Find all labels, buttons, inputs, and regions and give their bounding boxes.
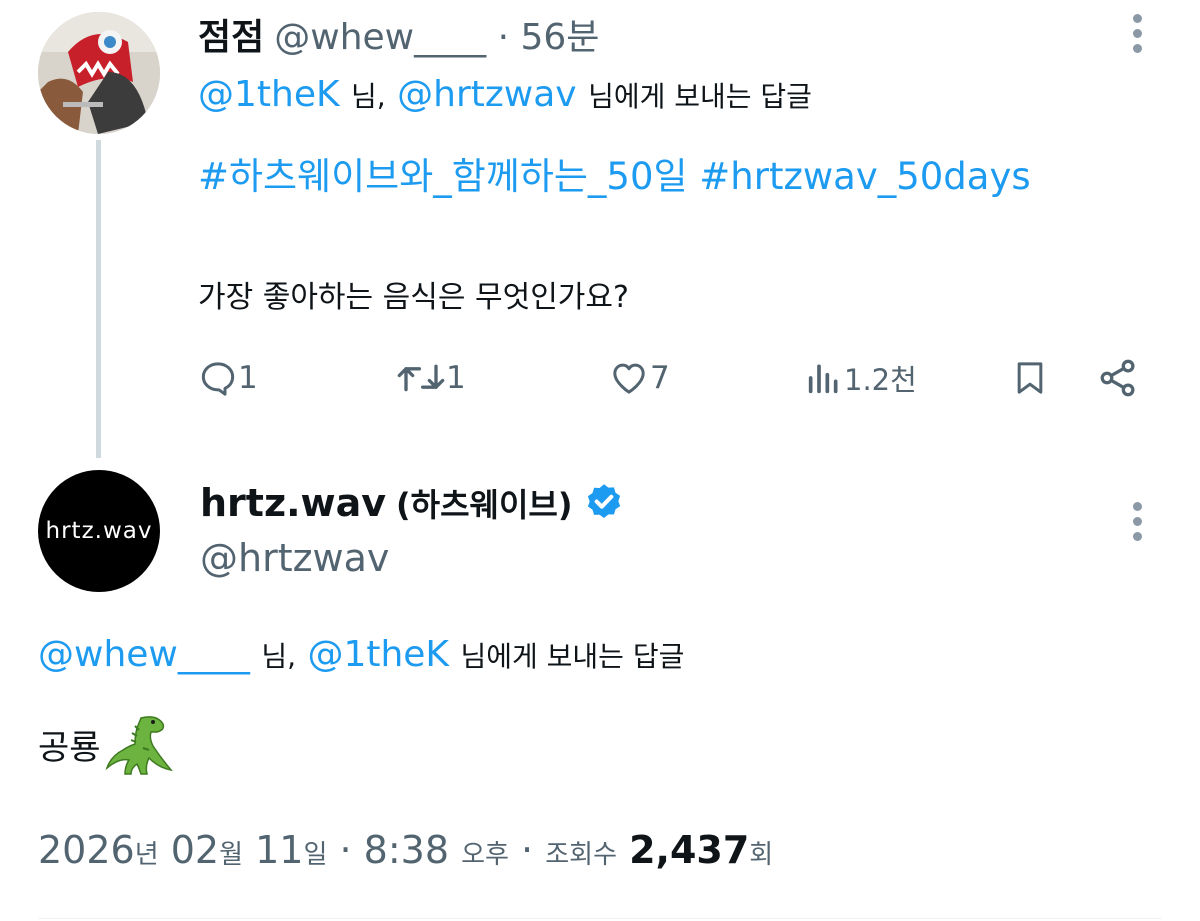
mention-link[interactable]: @whew____ — [38, 634, 250, 675]
repost-count: 1 — [446, 360, 466, 396]
more-icon[interactable] — [1130, 14, 1144, 59]
verified-badge-icon — [588, 484, 621, 519]
date-year-unit: 년 — [134, 840, 159, 870]
hashtags: #하츠웨이브와_함께하는_50일 #hrtzwav_50days — [198, 146, 1031, 200]
mention-link[interactable]: @hrtzwav — [397, 74, 576, 115]
avatar-logo-text: hrtz.wav — [45, 518, 153, 544]
date-month: 02 — [170, 828, 220, 872]
share-button[interactable] — [1096, 356, 1140, 400]
date-day: 11 — [255, 828, 304, 872]
views-icon — [808, 364, 838, 394]
views-button[interactable]: 1.2천 — [804, 356, 917, 400]
tweet-text: 공룡 — [38, 727, 101, 768]
thread-line — [96, 140, 101, 458]
reply-context: @whew____ 님, @1theK 님에게 보내는 답글 — [38, 634, 684, 675]
date-day-unit: 일 — [303, 840, 328, 870]
date-year: 2026 — [38, 828, 135, 872]
views-label: 조회수 — [545, 840, 617, 870]
avatar[interactable]: hrtz.wav — [38, 470, 160, 592]
separator-dot: · — [521, 828, 534, 872]
handle[interactable]: @whew____ — [274, 17, 486, 58]
display-name: hrtz.wav — [200, 481, 387, 525]
tweet-metadata: 2026년 02월 11일 · 8:38 오후 · 조회수 2,437회 — [38, 828, 773, 872]
mention-link[interactable]: @1theK — [307, 634, 449, 675]
separator-dot: · — [497, 17, 510, 58]
repost-button[interactable]: 1 — [396, 356, 466, 400]
dinosaur-icon — [105, 716, 173, 775]
date-month-unit: 월 — [219, 840, 244, 870]
avatar[interactable] — [38, 12, 160, 134]
share-icon — [1100, 359, 1135, 397]
display-name-korean: (하츠웨이브) — [396, 486, 573, 524]
display-name[interactable]: 점점 — [198, 17, 264, 58]
reply-count: 1 — [238, 360, 258, 396]
separator-dot: · — [339, 828, 352, 872]
author-name[interactable]: hrtz.wav (하츠웨이브) — [200, 480, 626, 526]
tweet-header: 점점 @whew____ · 56분 — [198, 8, 599, 60]
reply-suffix: 님에게 보내는 답글 — [460, 640, 685, 673]
time-ampm: 오후 — [461, 840, 509, 870]
hashtag-link[interactable]: #hrtzwav_50days — [699, 155, 1030, 198]
tweet-text: 가장 좋아하는 음식은 무엇인가요? — [198, 280, 629, 315]
reply-icon — [201, 362, 235, 396]
repost-icon — [397, 364, 445, 392]
time: 8:38 — [363, 828, 450, 872]
handle[interactable]: @hrtzwav — [200, 536, 389, 580]
tweet-text-container: 공룡 — [38, 712, 173, 776]
views-count[interactable]: 2,437 — [629, 828, 749, 872]
like-count: 7 — [650, 360, 670, 396]
like-icon — [613, 363, 645, 394]
mention-link[interactable]: @1theK — [198, 74, 340, 115]
timestamp[interactable]: 56분 — [520, 17, 599, 58]
reply-separator: 님, — [261, 640, 296, 673]
divider — [38, 918, 1162, 919]
reply-context: @1theK 님, @hrtzwav 님에게 보내는 답글 — [198, 74, 812, 115]
more-icon[interactable] — [1130, 502, 1144, 547]
reply-separator: 님, — [351, 80, 386, 113]
view-count: 1.2천 — [844, 363, 917, 397]
bookmark-icon — [1017, 362, 1043, 394]
reply-button[interactable]: 1 — [198, 356, 258, 400]
hashtag-link[interactable]: #하츠웨이브와_함께하는_50일 — [198, 155, 688, 198]
like-button[interactable]: 7 — [608, 356, 670, 400]
views-unit: 회 — [749, 840, 774, 870]
avatar-image — [38, 12, 160, 134]
reply-suffix: 님에게 보내는 답글 — [588, 80, 812, 113]
bookmark-button[interactable] — [1010, 356, 1050, 400]
